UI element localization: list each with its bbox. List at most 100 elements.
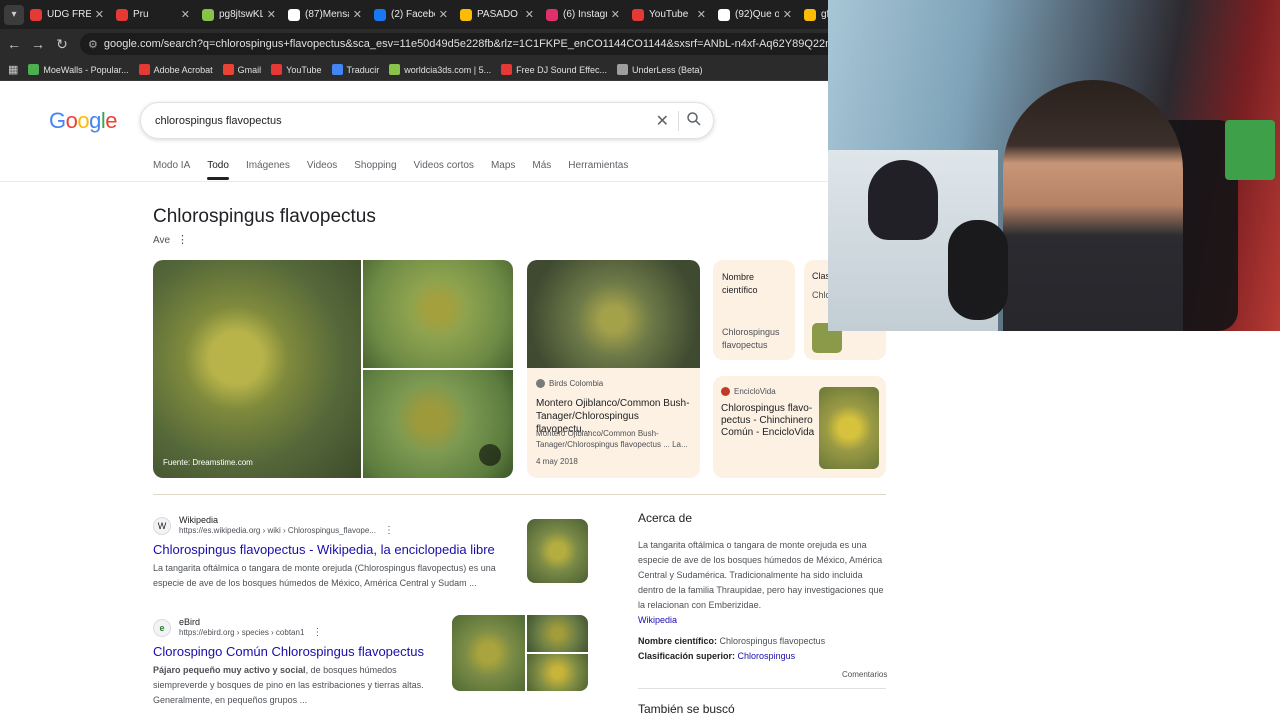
enciclovida-card[interactable]: EncicloVida Chlorospingus flavo-pectus -… [713, 376, 886, 478]
search-tab[interactable]: Maps [491, 160, 515, 171]
browser-tab[interactable]: UDG FRES ✕ [24, 0, 110, 29]
browser-tab[interactable]: PASADO v ✕ [454, 0, 540, 29]
tab-favicon-icon [804, 8, 816, 21]
clear-icon[interactable]: ✕ [656, 111, 669, 131]
browser-tab[interactable]: (92)Que o ✕ [712, 0, 798, 29]
bookmark-label: Gmail [237, 64, 262, 75]
tab-favicon-icon [116, 8, 128, 21]
tab-close-icon[interactable]: ✕ [611, 8, 620, 21]
result-ebird: e eBird https://ebird.org › species › co… [153, 617, 443, 708]
bookmark-favicon-icon [222, 64, 234, 75]
search-tab[interactable]: Todo [207, 160, 229, 180]
tab-list: UDG FRES✕Pru✕pg8jtswKL✕(87)Mensa✕(2) Fac… [24, 0, 884, 29]
result-url: https://es.wikipedia.org › wiki › Chloro… [179, 526, 376, 535]
bookmark-item[interactable]: worldcia3ds.com | 5... [389, 64, 491, 75]
browser-tab[interactable]: (87)Mensa ✕ [282, 0, 368, 29]
comments-link[interactable]: Comentarios [842, 670, 887, 679]
ebird-favicon-icon: e [153, 618, 171, 637]
tab-title: pg8jtswKL [219, 9, 263, 20]
result-wikipedia: W Wikipedia https://es.wikipedia.org › w… [153, 515, 513, 591]
tab-favicon-icon [460, 8, 472, 21]
tab-close-icon[interactable]: ✕ [181, 8, 190, 21]
tab-favicon-icon [288, 8, 300, 21]
bird-image-3[interactable] [363, 370, 513, 478]
tab-close-icon[interactable]: ✕ [353, 8, 362, 21]
bookmark-label: Adobe Acrobat [153, 64, 213, 75]
search-divider [678, 111, 679, 131]
tab-close-icon[interactable]: ✕ [267, 8, 276, 21]
webcam-person [1003, 80, 1183, 331]
bookmark-item[interactable]: Traducir [331, 64, 379, 75]
bookmark-item[interactable]: Gmail [222, 64, 262, 75]
wikipedia-favicon-icon: W [153, 516, 171, 535]
more-options-icon[interactable]: ⋮ [177, 233, 188, 246]
browser-tab[interactable]: YouTube ✕ [626, 0, 712, 29]
birds-colombia-card[interactable]: Birds Colombia Montero Ojiblanco/Common … [527, 260, 700, 478]
bird-image-main[interactable]: Fuente: Dreamstime.com [153, 260, 361, 478]
forward-icon[interactable]: → [26, 36, 50, 52]
search-icon[interactable] [685, 110, 703, 128]
tab-search-button[interactable]: ▾ [4, 4, 24, 25]
search-tab[interactable]: Videos cortos [414, 160, 474, 171]
search-box[interactable]: chlorospingus flavopectus ✕ [140, 102, 714, 139]
ebird-thumbnail-1[interactable] [452, 615, 525, 691]
also-searched-heading: También se buscó [638, 702, 735, 716]
result-snippet-bold: Pájaro pequeño muy activo y social [153, 665, 306, 675]
result-menu-icon[interactable]: ⋮ [384, 525, 394, 536]
bookmark-label: worldcia3ds.com | 5... [404, 64, 492, 75]
bookmark-item[interactable]: YouTube [271, 64, 322, 75]
google-logo[interactable]: Google [49, 108, 118, 134]
browser-tab[interactable]: (2) Facebo ✕ [368, 0, 454, 29]
webcam-microphone [948, 220, 1008, 320]
bookmark-item[interactable]: Adobe Acrobat [138, 64, 213, 75]
tab-close-icon[interactable]: ✕ [439, 8, 448, 21]
tab-favicon-icon [546, 8, 558, 21]
classification-link[interactable]: Chlorospingus [738, 651, 796, 661]
scientific-name-value: Chlorospingus flavopectus [722, 327, 780, 350]
result-menu-icon[interactable]: ⋮ [312, 627, 322, 638]
tab-close-icon[interactable]: ✕ [95, 8, 104, 21]
wikipedia-thumbnail[interactable] [527, 519, 588, 583]
bookmark-favicon-icon [271, 64, 283, 75]
apps-grid-icon[interactable]: ▦ [8, 63, 18, 76]
search-input[interactable]: chlorospingus flavopectus [155, 115, 713, 127]
tab-title: YouTube [649, 9, 689, 20]
tab-favicon-icon [632, 8, 644, 21]
bookmark-item[interactable]: MoeWalls - Popular... [28, 64, 129, 75]
image-gallery-icon[interactable] [479, 444, 501, 466]
search-tab[interactable]: Shopping [354, 160, 396, 171]
tab-close-icon[interactable]: ✕ [783, 8, 792, 21]
address-bar[interactable]: ⚙ google.com/search?q=chlorospingus+flav… [80, 33, 840, 55]
result-title-link[interactable]: Chlorospingus flavopectus - Wikipedia, l… [153, 542, 513, 557]
browser-tab[interactable]: pg8jtswKL ✕ [196, 0, 282, 29]
about-heading: Acerca de [638, 511, 693, 525]
scientific-name-card[interactable]: Nombre científico Chlorospingus flavopec… [713, 260, 795, 360]
bookmark-label: YouTube [286, 64, 322, 75]
scientific-name-text: Chlorospingus flavopectus [719, 636, 826, 646]
ebird-thumbnail-3[interactable] [527, 654, 588, 691]
site-info-icon[interactable]: ⚙ [88, 38, 98, 51]
result-title-link[interactable]: Clorospingo Común Chlorospingus flavopec… [153, 644, 443, 659]
address-url: google.com/search?q=chlorospingus+flavop… [103, 38, 840, 50]
ebird-thumbnail-2[interactable] [527, 615, 588, 652]
bookmark-item[interactable]: UnderLess (Beta) [617, 64, 703, 75]
wikipedia-link[interactable]: Wikipedia [638, 615, 677, 625]
scientific-name-row: Nombre científico: Chlorospingus flavope… [638, 636, 825, 646]
bird-image-2[interactable] [363, 260, 513, 368]
search-tab[interactable]: Herramientas [568, 160, 628, 171]
reload-icon[interactable]: ↻ [50, 36, 74, 53]
tab-close-icon[interactable]: ✕ [525, 8, 534, 21]
browser-tab[interactable]: Pru ✕ [110, 0, 196, 29]
about-description: La tangarita oftálmica o tangara de mont… [638, 538, 888, 628]
search-tab[interactable]: Modo IA [153, 160, 190, 171]
tab-close-icon[interactable]: ✕ [697, 8, 706, 21]
search-tab[interactable]: Imágenes [246, 160, 290, 171]
bookmark-favicon-icon [617, 64, 628, 75]
birds-colombia-site-label: Birds Colombia [549, 379, 604, 388]
back-icon[interactable]: ← [2, 36, 26, 52]
browser-tab[interactable]: (6) Instagr ✕ [540, 0, 626, 29]
bookmark-label: UnderLess (Beta) [632, 64, 703, 75]
bookmark-item[interactable]: Free DJ Sound Effec... [501, 64, 607, 75]
search-tab[interactable]: Videos [307, 160, 337, 171]
search-tab[interactable]: Más [532, 160, 551, 171]
